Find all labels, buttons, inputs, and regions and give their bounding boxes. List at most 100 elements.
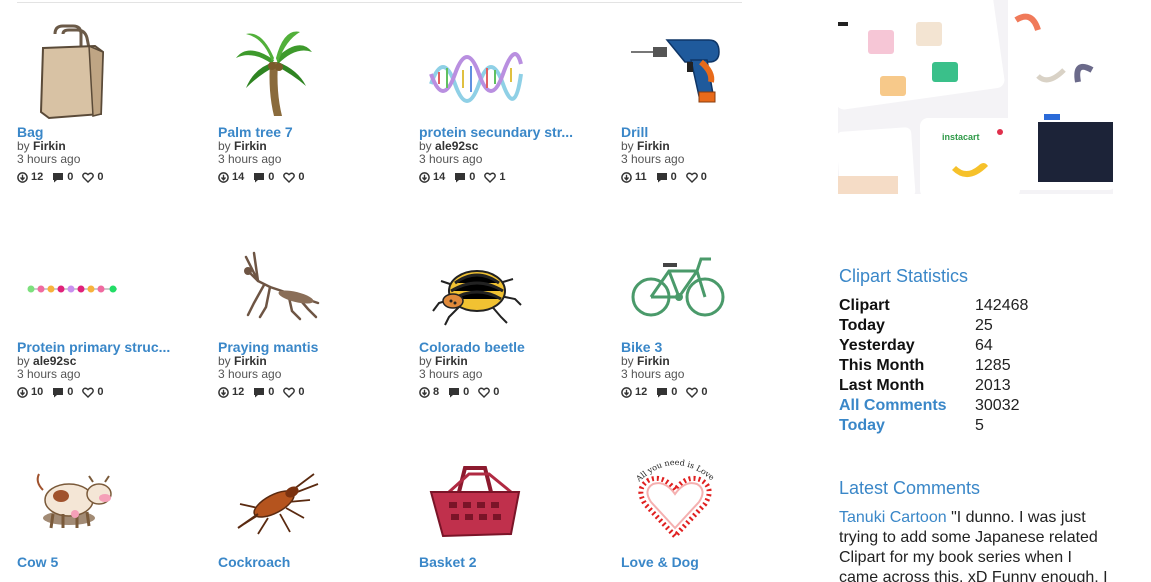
card-author[interactable]: ale92sc bbox=[435, 139, 478, 153]
comment-icon bbox=[657, 387, 668, 397]
sidebar-advertisement[interactable]: instacart bbox=[838, 0, 1113, 194]
comment-icon bbox=[254, 172, 265, 182]
comments-stat: 0 bbox=[656, 171, 677, 183]
clipart-thumbnail-palm-tree[interactable] bbox=[218, 22, 328, 122]
today-comments-link[interactable]: Today bbox=[839, 416, 975, 436]
stat-label: This Month bbox=[839, 357, 925, 374]
by-label: by bbox=[17, 139, 30, 153]
heart-icon bbox=[686, 387, 699, 398]
likes-count: 0 bbox=[298, 171, 305, 183]
likes-count: 1 bbox=[499, 171, 506, 183]
clipart-card: Cow 5 bbox=[17, 452, 207, 570]
card-author[interactable]: Firkin bbox=[33, 139, 66, 153]
card-stats: 14 0 1 bbox=[419, 171, 609, 183]
downloads-stat: 10 bbox=[17, 386, 43, 398]
card-stats: 11 0 0 bbox=[621, 171, 811, 183]
card-title[interactable]: Bike 3 bbox=[621, 339, 811, 355]
clipart-card: protein secundary str... by ale92sc 3 ho… bbox=[419, 22, 609, 183]
card-stats: 8 0 0 bbox=[419, 386, 609, 398]
clipart-thumbnail-love-dog[interactable]: All you need is Love and a dog!! bbox=[621, 452, 731, 552]
card-author[interactable]: ale92sc bbox=[33, 354, 76, 368]
likes-count: 0 bbox=[493, 386, 500, 398]
likes-count: 0 bbox=[701, 386, 708, 398]
download-icon bbox=[17, 171, 28, 183]
by-label: by bbox=[218, 354, 231, 368]
heart-icon bbox=[484, 172, 497, 183]
downloads-stat: 12 bbox=[218, 386, 244, 398]
downloads-stat: 14 bbox=[218, 171, 244, 183]
comments-count: 0 bbox=[67, 386, 74, 398]
stat-value: 5 bbox=[975, 417, 984, 434]
by-label: by bbox=[621, 139, 634, 153]
comments-stat: 0 bbox=[448, 386, 469, 398]
clipart-card: Palm tree 7 by Firkin 3 hours ago 14 0 0 bbox=[218, 22, 408, 183]
card-author[interactable]: Firkin bbox=[234, 139, 267, 153]
stat-row-all-comments: All Comments 30032 bbox=[839, 396, 1028, 416]
stat-value: 142468 bbox=[975, 297, 1029, 314]
card-title[interactable]: Praying mantis bbox=[218, 339, 408, 355]
downloads-count: 12 bbox=[635, 386, 648, 398]
downloads-count: 10 bbox=[31, 386, 44, 398]
clipart-thumbnail-cockroach[interactable] bbox=[218, 452, 328, 552]
card-title[interactable]: Bag bbox=[17, 124, 207, 140]
comments-count: 0 bbox=[268, 171, 275, 183]
clipart-card: Bag by Firkin 3 hours ago 12 0 0 bbox=[17, 22, 207, 183]
card-title[interactable]: Cow 5 bbox=[17, 554, 207, 570]
clipart-thumbnail-praying-mantis[interactable] bbox=[218, 237, 328, 337]
stat-label: Clipart bbox=[839, 297, 890, 314]
card-title[interactable]: protein secundary str... bbox=[419, 124, 609, 140]
comments-count: 0 bbox=[67, 171, 74, 183]
card-author[interactable]: Firkin bbox=[637, 139, 670, 153]
comment-icon bbox=[254, 387, 265, 397]
card-author[interactable]: Firkin bbox=[637, 354, 670, 368]
clipart-thumbnail-bike[interactable] bbox=[621, 237, 731, 337]
card-title[interactable]: Drill bbox=[621, 124, 811, 140]
card-stats: 14 0 0 bbox=[218, 171, 408, 183]
all-comments-link[interactable]: All Comments bbox=[839, 396, 975, 416]
clipart-statistics-heading: Clipart Statistics bbox=[839, 266, 969, 286]
stat-row-clipart: Clipart 142468 bbox=[839, 296, 1028, 316]
card-title[interactable]: Colorado beetle bbox=[419, 339, 609, 355]
stat-value: 1285 bbox=[975, 357, 1011, 374]
card-title[interactable]: Cockroach bbox=[218, 554, 408, 570]
clipart-thumbnail-colorado-beetle[interactable] bbox=[419, 237, 529, 337]
clipart-card: Colorado beetle by Firkin 3 hours ago 8 … bbox=[419, 237, 609, 398]
card-title[interactable]: Protein primary struc... bbox=[17, 339, 207, 355]
downloads-stat: 12 bbox=[621, 386, 647, 398]
downloads-stat: 11 bbox=[621, 171, 647, 183]
likes-stat: 1 bbox=[484, 171, 506, 183]
likes-count: 0 bbox=[298, 386, 305, 398]
card-title[interactable]: Basket 2 bbox=[419, 554, 609, 570]
comment-icon bbox=[53, 172, 64, 182]
card-author[interactable]: Firkin bbox=[435, 354, 468, 368]
clipart-thumbnail-drill[interactable] bbox=[621, 22, 731, 122]
card-title[interactable]: Palm tree 7 bbox=[218, 124, 408, 140]
card-time: 3 hours ago bbox=[17, 152, 81, 166]
card-time: 3 hours ago bbox=[218, 152, 282, 166]
download-icon bbox=[218, 171, 229, 183]
clipart-card: Praying mantis by Firkin 3 hours ago 12 … bbox=[218, 237, 408, 398]
clipart-card: Protein primary struc... by ale92sc 3 ho… bbox=[17, 237, 207, 398]
likes-count: 0 bbox=[700, 171, 707, 183]
comment-icon bbox=[53, 387, 64, 397]
clipart-thumbnail-bag[interactable] bbox=[17, 22, 127, 122]
comments-count: 0 bbox=[671, 386, 678, 398]
likes-count: 0 bbox=[97, 386, 104, 398]
clipart-thumbnail-protein-helix[interactable] bbox=[419, 22, 529, 122]
clipart-card: Bike 3 by Firkin 3 hours ago 12 0 0 bbox=[621, 237, 811, 398]
clipart-thumbnail-basket[interactable] bbox=[419, 452, 529, 552]
card-title[interactable]: Love & Dog bbox=[621, 554, 811, 570]
heart-icon bbox=[82, 387, 95, 398]
card-author[interactable]: Firkin bbox=[234, 354, 267, 368]
comments-stat: 0 bbox=[253, 386, 274, 398]
by-label: by bbox=[17, 354, 30, 368]
heart-icon bbox=[283, 172, 296, 183]
comment-author-link[interactable]: Tanuki Cartoon bbox=[839, 509, 947, 526]
card-time: 3 hours ago bbox=[621, 152, 685, 166]
card-stats: 10 0 0 bbox=[17, 386, 207, 398]
clipart-thumbnail-protein-primary[interactable] bbox=[17, 237, 127, 337]
downloads-count: 11 bbox=[635, 171, 647, 183]
downloads-stat: 14 bbox=[419, 171, 445, 183]
latest-comment: Tanuki Cartoon "I dunno. I was just tryi… bbox=[839, 508, 1109, 582]
clipart-thumbnail-cow[interactable] bbox=[17, 452, 127, 552]
